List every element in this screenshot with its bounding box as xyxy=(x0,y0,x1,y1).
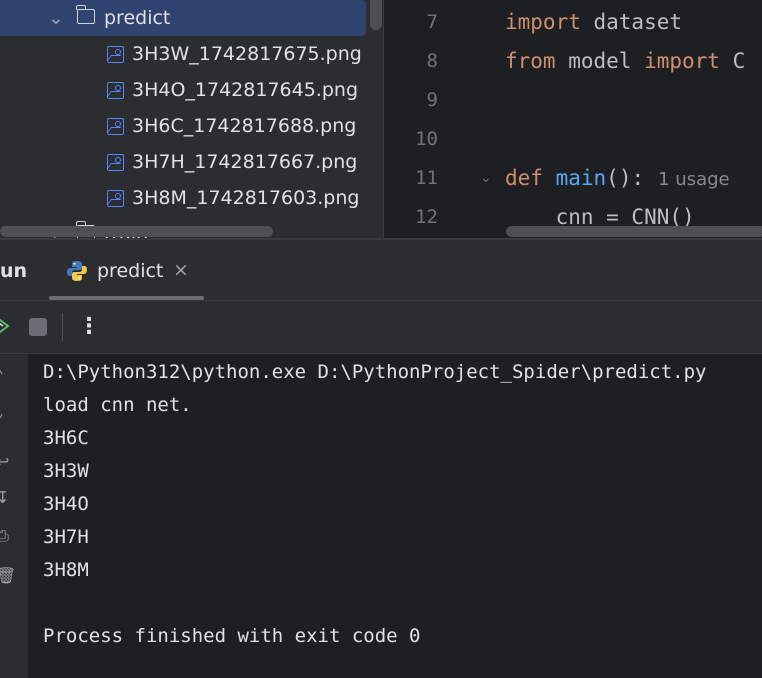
code-text: (): xyxy=(606,166,645,190)
image-file-icon xyxy=(107,46,124,63)
run-tab-label: predict xyxy=(97,260,164,282)
console-line: Process finished with exit code 0 xyxy=(43,625,421,647)
code-text: dataset xyxy=(580,10,683,34)
toolbar-separator xyxy=(62,313,63,341)
console-side-toolbar: ˄ ˅ ↩ ↧ ⎙ 🗑 xyxy=(0,354,28,678)
run-toolbar: ⋮ xyxy=(0,300,762,354)
project-tree: ⌄ predict 3H3W_1742817675.png 3H4O_17428… xyxy=(0,0,383,238)
console-line: 3H4O xyxy=(43,493,89,515)
code-editor[interactable]: 7 8 9 10 11 12 ⌄ import dataset from mod… xyxy=(384,0,762,238)
tree-item-label: 3H8M_1742817603.png xyxy=(132,187,360,209)
print-icon[interactable]: ⎙ xyxy=(0,526,12,545)
console-line: 3H6C xyxy=(43,427,89,449)
console-line: load cnn net. xyxy=(43,394,192,416)
tree-item-label: 3H7H_1742817667.png xyxy=(132,151,358,173)
image-file-icon xyxy=(107,154,124,171)
line-number: 8 xyxy=(426,50,438,72)
console-line: 3H3W xyxy=(43,460,89,482)
code-text: C xyxy=(719,49,746,73)
usage-hint[interactable]: 1 usage xyxy=(658,169,730,190)
editor-horizontal-scrollbar[interactable] xyxy=(506,226,762,237)
run-panel-title: un xyxy=(0,260,28,282)
tree-item-predict-folder[interactable]: ⌄ predict xyxy=(0,0,366,36)
tree-item-label: 3H3W_1742817675.png xyxy=(132,43,362,65)
console-output[interactable]: D:\Python312\python.exe D:\PythonProject… xyxy=(28,354,762,678)
tree-vertical-scrollbar[interactable] xyxy=(370,0,382,30)
fold-chevron-icon[interactable]: ⌄ xyxy=(480,159,494,198)
tree-horizontal-scrollbar[interactable] xyxy=(0,226,273,237)
folder-icon xyxy=(76,5,95,24)
function-name: main xyxy=(555,166,607,190)
tree-item-file[interactable]: 3H7H_1742817667.png xyxy=(0,144,366,180)
trash-icon[interactable]: 🗑 xyxy=(0,566,16,585)
python-icon xyxy=(67,261,87,281)
line-number: 10 xyxy=(415,128,438,150)
line-number: 11 xyxy=(415,167,438,189)
console-line: D:\Python312\python.exe D:\PythonProject… xyxy=(43,361,707,383)
tree-item-label: 3H6C_1742817688.png xyxy=(132,115,357,137)
console-line: 3H7H xyxy=(43,526,89,548)
line-number: 7 xyxy=(426,11,438,33)
more-options-icon[interactable]: ⋮ xyxy=(78,313,100,341)
image-file-icon xyxy=(107,118,124,135)
tree-item-file[interactable]: 3H6C_1742817688.png xyxy=(0,108,366,144)
keyword: def xyxy=(505,166,543,190)
soft-wrap-icon[interactable]: ↩ xyxy=(0,452,12,471)
chevron-down-icon[interactable]: ⌄ xyxy=(46,0,66,36)
tree-item-label: 3H4O_1742817645.png xyxy=(132,79,359,101)
keyword: import xyxy=(505,10,581,34)
tree-item-file[interactable]: 3H4O_1742817645.png xyxy=(0,72,366,108)
scroll-down-icon[interactable]: ˅ xyxy=(0,412,12,431)
line-number: 12 xyxy=(415,206,438,228)
console-line: 3H8M xyxy=(43,559,89,581)
image-file-icon xyxy=(107,190,124,207)
tree-item-label: predict xyxy=(104,7,171,29)
tree-item-file[interactable]: 3H8M_1742817603.png xyxy=(0,180,366,216)
line-number: 9 xyxy=(426,89,438,111)
close-tab-icon[interactable]: × xyxy=(173,259,189,281)
stop-icon[interactable] xyxy=(29,318,47,336)
tree-item-file[interactable]: 3H3W_1742817675.png xyxy=(0,36,366,72)
rerun-icon[interactable] xyxy=(0,315,10,337)
code-text: model xyxy=(555,49,645,73)
scroll-to-end-icon[interactable]: ↧ xyxy=(0,488,12,507)
code-line-11: def main(): 1 usage xyxy=(505,159,730,198)
scroll-up-icon[interactable]: ˄ xyxy=(0,368,12,387)
code-line-8: from model import C xyxy=(505,42,745,81)
keyword: from xyxy=(505,49,556,73)
image-file-icon xyxy=(107,82,124,99)
code-line-7: import dataset xyxy=(505,3,682,42)
run-tab-predict[interactable]: predict × xyxy=(49,240,204,300)
run-tool-window-header: un predict × xyxy=(0,240,762,300)
keyword: import xyxy=(644,49,720,73)
